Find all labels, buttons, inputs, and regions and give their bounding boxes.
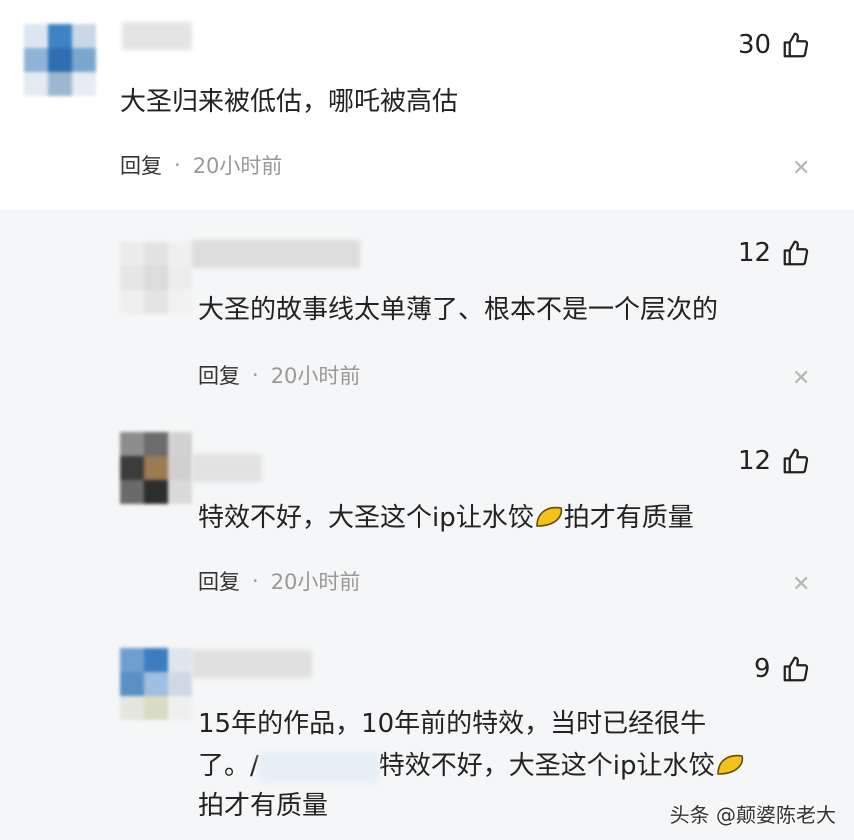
thumbs-up-icon[interactable]: [781, 238, 811, 268]
dumpling-emoji-icon: [716, 754, 743, 775]
comment-meta: 回复 · 20小时前: [198, 360, 360, 390]
comment-meta: 回复 · 20小时前: [198, 566, 360, 596]
reply-button[interactable]: 回复: [198, 360, 240, 390]
comment-text: 特效不好，大圣这个ip让水饺 拍才有质量: [198, 503, 694, 533]
avatar[interactable]: [120, 242, 192, 314]
comment-meta: 回复 · 20小时前: [120, 150, 282, 180]
avatar[interactable]: [24, 24, 96, 96]
like-count[interactable]: 12: [738, 238, 811, 268]
username-blurred[interactable]: [192, 240, 360, 268]
comment-text-line-1: 15年的作品，10年前的特效，当时已经很牛: [198, 709, 707, 739]
timestamp: 20小时前: [270, 364, 361, 388]
reply-button[interactable]: 回复: [120, 150, 162, 180]
comment-text-line-3: 拍才有质量: [198, 791, 329, 821]
dumpling-emoji-icon: [535, 506, 562, 527]
blurred-mention[interactable]: [258, 751, 379, 782]
close-icon[interactable]: ✕: [792, 156, 810, 181]
close-icon[interactable]: ✕: [792, 572, 810, 597]
close-icon[interactable]: ✕: [792, 366, 810, 391]
avatar[interactable]: [120, 432, 192, 504]
comment-text: 大圣归来被低估，哪吒被高估: [120, 87, 459, 117]
timestamp: 20小时前: [270, 570, 361, 594]
username-blurred[interactable]: [192, 454, 262, 482]
comment-text: 大圣的故事线太单薄了、根本不是一个层次的: [198, 295, 719, 325]
comment-text-line-2: 了。/特效不好，大圣这个ip让水饺: [198, 746, 745, 786]
username-blurred[interactable]: [192, 650, 312, 678]
like-count[interactable]: 30: [738, 30, 811, 60]
timestamp: 20小时前: [192, 154, 283, 178]
reply-button[interactable]: 回复: [198, 566, 240, 596]
username-blurred[interactable]: [122, 22, 192, 50]
reply-comment-1: 12 大圣的故事线太单薄了、根本不是一个层次的 回复 · 20小时前 ✕: [0, 210, 854, 422]
thumbs-up-icon[interactable]: [781, 30, 811, 60]
like-count[interactable]: 12: [738, 446, 811, 476]
avatar[interactable]: [120, 648, 192, 720]
reply-comment-2: 12 特效不好，大圣这个ip让水饺 拍才有质量 回复 · 20小时前 ✕: [0, 422, 854, 632]
watermark: 头条 @颠婆陈老大: [669, 803, 836, 827]
thumbs-up-icon[interactable]: [781, 446, 811, 476]
thumbs-up-icon[interactable]: [781, 654, 811, 684]
like-count[interactable]: 9: [754, 654, 811, 684]
comment-1: 30 大圣归来被低估，哪吒被高估 回复 · 20小时前 ✕: [0, 0, 854, 210]
